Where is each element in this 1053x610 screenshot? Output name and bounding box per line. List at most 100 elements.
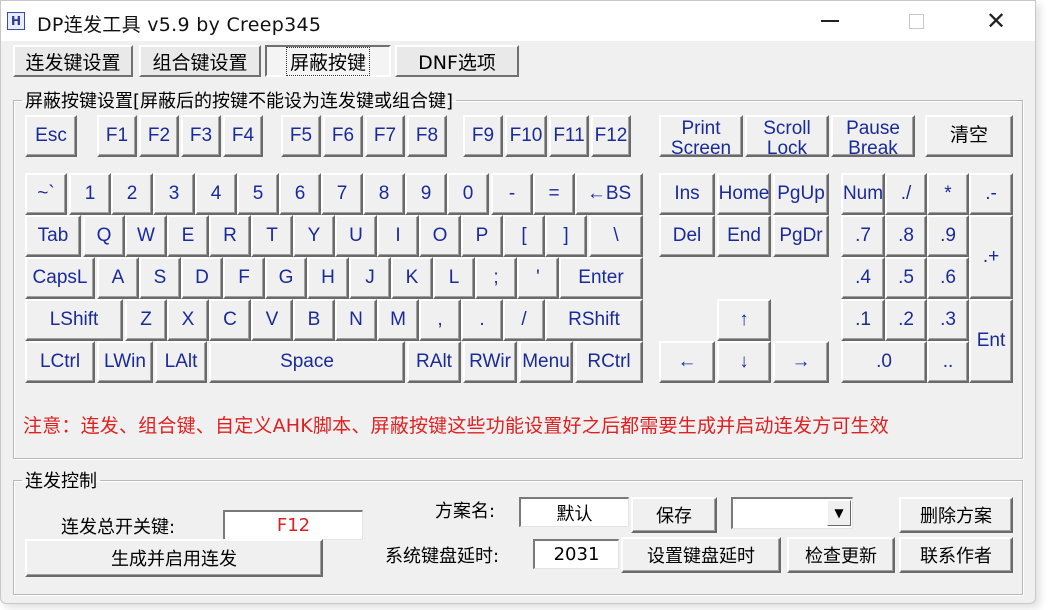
key-num-row-13[interactable]: ←BS (575, 173, 643, 215)
key-a-row-6[interactable]: H (307, 257, 349, 299)
numpad-key-n5[interactable]: .5 (885, 257, 927, 299)
key-F7[interactable]: F7 (365, 115, 405, 157)
key-z-row-3[interactable]: C (209, 299, 251, 341)
key-q-row-10[interactable]: P (461, 215, 503, 257)
key-num-row-8[interactable]: 8 (363, 173, 405, 215)
key-num-row-12[interactable]: = (533, 173, 575, 215)
key-z-row-1[interactable]: Z (125, 299, 167, 341)
key-a-row-1[interactable]: A (97, 257, 139, 299)
numpad-key-n2[interactable]: .2 (885, 299, 927, 341)
key-ins[interactable]: Ins (659, 173, 715, 215)
scheme-name-field[interactable]: 默认 (519, 497, 629, 527)
numpad-key-div[interactable]: ./ (885, 173, 927, 215)
key-a-row-8[interactable]: K (391, 257, 433, 299)
key-z-row-8[interactable]: , (419, 299, 461, 341)
key-bottom-row-6[interactable]: Menu (519, 341, 573, 383)
key-pgdr[interactable]: PgDr (773, 215, 829, 257)
key-F4[interactable]: F4 (223, 115, 263, 157)
numpad-key-n6[interactable]: .6 (927, 257, 969, 299)
key-a-row-12[interactable]: Enter (559, 257, 643, 299)
numpad-key-sub[interactable]: .- (969, 173, 1013, 215)
key-q-row-9[interactable]: O (419, 215, 461, 257)
key-a-row-2[interactable]: S (139, 257, 181, 299)
key-bottom-row-4[interactable]: RAlt (407, 341, 461, 383)
arrow-up-key[interactable]: ↑ (717, 299, 771, 341)
scheme-select[interactable]: ▼ (731, 497, 853, 529)
key-num-row-6[interactable]: 6 (279, 173, 321, 215)
check-update-button[interactable]: 检查更新 (787, 537, 895, 573)
key-z-row-0[interactable]: LShift (25, 299, 123, 341)
key-Esc[interactable]: Esc (25, 115, 77, 157)
set-keyboard-delay-button[interactable]: 设置键盘延时 (621, 537, 781, 573)
key-z-row-6[interactable]: N (335, 299, 377, 341)
numpad-key-n1[interactable]: .1 (841, 299, 885, 341)
key-num-row-1[interactable]: 1 (69, 173, 111, 215)
key-a-row-10[interactable]: ; (475, 257, 517, 299)
numpad-key-n4[interactable]: .4 (841, 257, 885, 299)
key-del[interactable]: Del (659, 215, 715, 257)
key-q-row-5[interactable]: T (251, 215, 293, 257)
key-F12[interactable]: F12 (591, 115, 631, 157)
key-scroll-lock[interactable]: Scroll Lock (745, 115, 829, 157)
key-z-row-7[interactable]: M (377, 299, 419, 341)
arrow-down-key[interactable]: ↓ (717, 341, 771, 383)
maximize-button[interactable] (893, 1, 939, 41)
key-z-row-4[interactable]: V (251, 299, 293, 341)
numpad-key-add[interactable]: .+ (969, 215, 1013, 299)
arrow-left-key[interactable]: ← (659, 341, 715, 383)
key-bottom-row-5[interactable]: RWir (463, 341, 517, 383)
key-num-row-0[interactable]: ~` (25, 173, 67, 215)
key-bottom-row-7[interactable]: RCtrl (575, 341, 643, 383)
key-q-row-3[interactable]: E (167, 215, 209, 257)
key-home[interactable]: Home (717, 173, 771, 215)
numpad-key-n9[interactable]: .9 (927, 215, 969, 257)
numpad-key-n7[interactable]: .7 (841, 215, 885, 257)
tab-rapid-fire-settings[interactable]: 连发键设置 (13, 45, 133, 77)
key-end[interactable]: End (717, 215, 771, 257)
key-F10[interactable]: F10 (505, 115, 547, 157)
tab-dnf-options[interactable]: DNF选项 (395, 45, 519, 77)
key-F3[interactable]: F3 (181, 115, 221, 157)
key-F8[interactable]: F8 (407, 115, 447, 157)
numpad-key-n3[interactable]: .3 (927, 299, 969, 341)
key-q-row-8[interactable]: I (377, 215, 419, 257)
key-print-screen[interactable]: Print Screen (659, 115, 743, 157)
key-q-row-11[interactable]: [ (503, 215, 545, 257)
key-num-row-3[interactable]: 3 (153, 173, 195, 215)
key-a-row-0[interactable]: CapsL (25, 257, 95, 299)
key-a-row-7[interactable]: J (349, 257, 391, 299)
delete-scheme-button[interactable]: 删除方案 (899, 497, 1013, 533)
key-z-row-10[interactable]: / (503, 299, 545, 341)
key-a-row-4[interactable]: F (223, 257, 265, 299)
key-bottom-row-1[interactable]: LWin (97, 341, 153, 383)
key-F5[interactable]: F5 (281, 115, 321, 157)
contact-author-button[interactable]: 联系作者 (899, 537, 1013, 573)
key-q-row-7[interactable]: U (335, 215, 377, 257)
key-num-row-11[interactable]: - (491, 173, 533, 215)
keyboard-delay-field[interactable]: 2031 (533, 539, 619, 569)
key-bottom-row-3[interactable]: Space (209, 341, 405, 383)
key-F11[interactable]: F11 (549, 115, 589, 157)
master-key-field[interactable]: F12 (223, 510, 363, 540)
key-z-row-5[interactable]: B (293, 299, 335, 341)
key-q-row-4[interactable]: R (209, 215, 251, 257)
numpad-key-n0[interactable]: .0 (841, 341, 927, 383)
close-button[interactable]: ✕ (973, 1, 1019, 41)
key-q-row-6[interactable]: Y (293, 215, 335, 257)
minimize-button[interactable] (807, 1, 853, 41)
generate-and-enable-button[interactable]: 生成并启用连发 (25, 539, 323, 577)
key-z-row-2[interactable]: X (167, 299, 209, 341)
key-F1[interactable]: F1 (97, 115, 137, 157)
key-q-row-12[interactable]: ] (545, 215, 587, 257)
key-num-row-5[interactable]: 5 (237, 173, 279, 215)
tab-combo-settings[interactable]: 组合键设置 (139, 45, 261, 77)
clear-button[interactable]: 清空 (925, 115, 1013, 157)
numpad-key-n8[interactable]: .8 (885, 215, 927, 257)
key-num-row-10[interactable]: 0 (447, 173, 489, 215)
key-q-row-0[interactable]: Tab (25, 215, 81, 257)
numpad-key-mul[interactable]: * (927, 173, 969, 215)
key-q-row-1[interactable]: Q (83, 215, 125, 257)
key-num-row-2[interactable]: 2 (111, 173, 153, 215)
key-q-row-2[interactable]: W (125, 215, 167, 257)
numpad-key-num[interactable]: Num (841, 173, 885, 215)
